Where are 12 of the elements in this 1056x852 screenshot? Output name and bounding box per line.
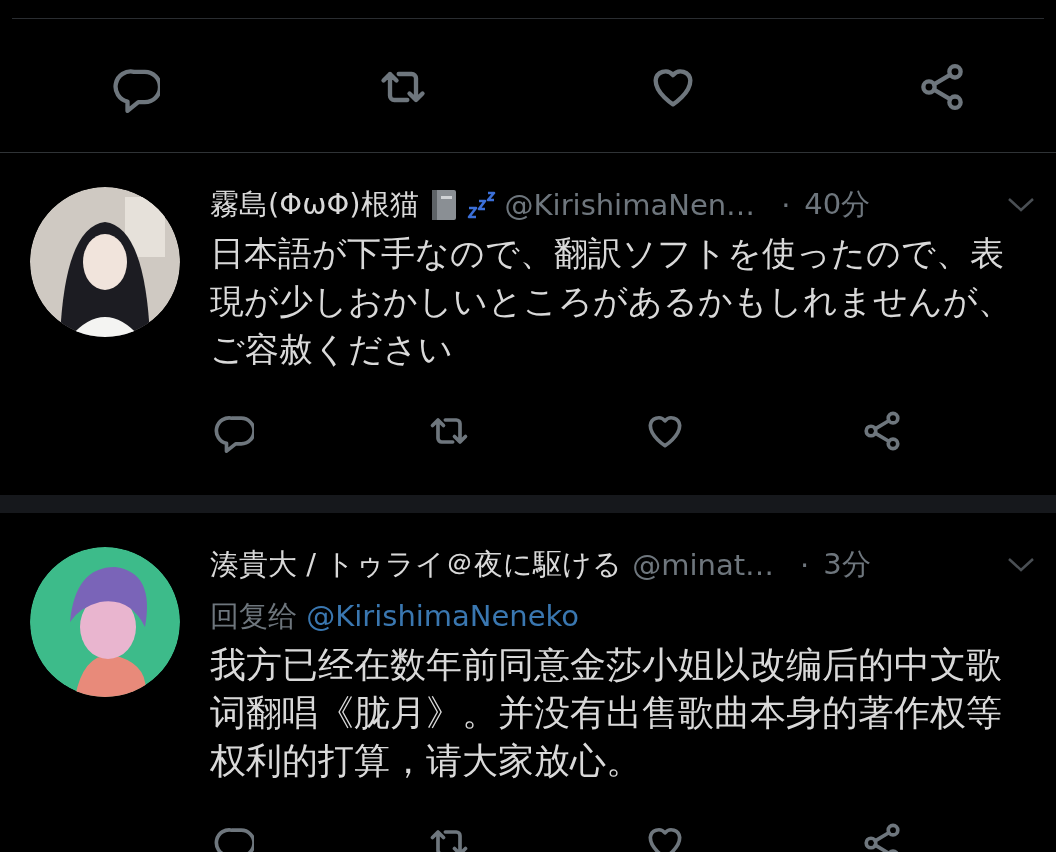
user-handle[interactable]: @minat…: [632, 548, 775, 582]
timestamp: 40分: [804, 186, 871, 223]
mention-link[interactable]: @KirishimaNeneko: [306, 599, 580, 633]
separator: ·: [800, 548, 810, 582]
display-name[interactable]: 霧島(ΦωΦ)根猫: [210, 185, 419, 225]
separator: ·: [781, 188, 791, 222]
tweet-text: 我方已经在数年前同意金莎小姐以改编后的中文歌词翻唱《胧月》。并没有出售歌曲本身的著作权等权利的打算，请大家放心。: [210, 643, 1003, 783]
display-name[interactable]: 湊貴大 / トゥライ＠夜に駆ける: [210, 545, 623, 585]
reply-context: 回复给 @KirishimaNeneko: [210, 598, 581, 635]
timestamp: 3分: [823, 546, 871, 583]
tweet-text: 日本語が下手なので、翻訳ソフトを使ったので、表現が少しおかしいところがあるかもしれませんが、ご容赦ください: [210, 232, 1013, 371]
user-handle[interactable]: @KirishimaNen…: [504, 188, 756, 222]
